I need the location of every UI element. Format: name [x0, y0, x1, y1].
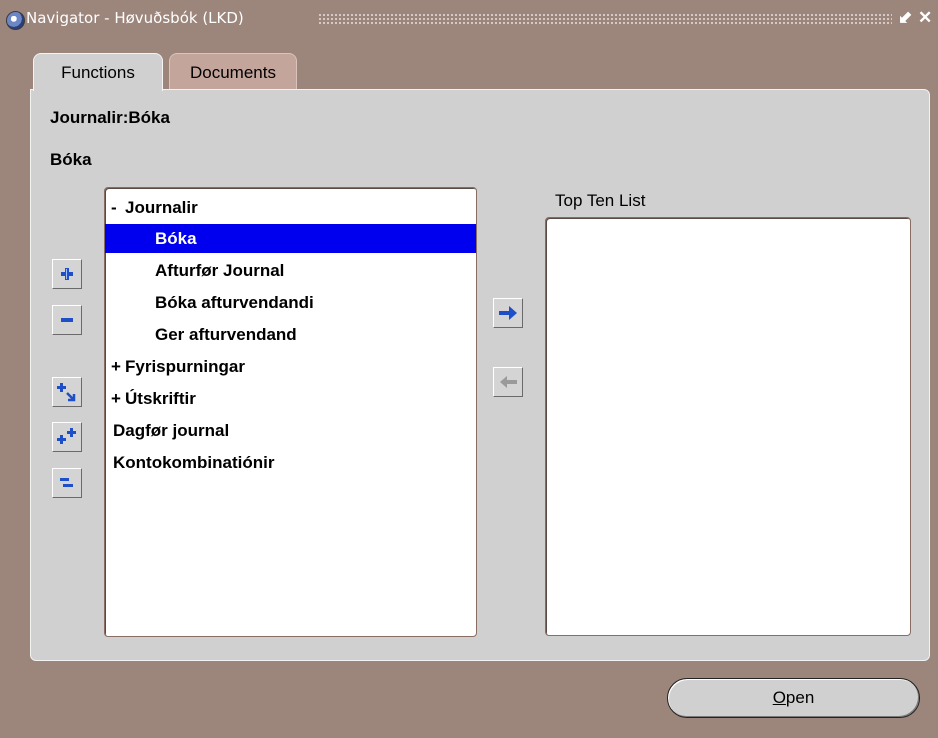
top-ten-list[interactable] — [545, 217, 911, 636]
remove-from-top-ten-button[interactable] — [493, 367, 523, 397]
tree-item-label: Kontokombinatiónir — [113, 453, 275, 472]
tree-item-ger-afturvendand[interactable]: Ger afturvendand — [105, 320, 476, 349]
minimize-icon[interactable]: ⬋ — [898, 8, 912, 28]
tab-documents[interactable]: Documents — [169, 53, 297, 91]
top-ten-label: Top Ten List — [555, 191, 646, 210]
function-tree[interactable]: - Journalir Bóka Afturfør Journal Bóka a… — [104, 187, 477, 637]
tree-item-boka[interactable]: Bóka — [105, 224, 476, 253]
tree-item-dagfor-journal[interactable]: Dagfør journal — [105, 416, 476, 445]
tree-item-fyrispurningar[interactable]: + Fyrispurningar — [105, 352, 476, 381]
open-mnemonic: O — [772, 688, 786, 707]
current-function-label: Bóka — [50, 150, 92, 169]
title-bar-grip — [318, 13, 892, 25]
tree-item-label: Afturfør Journal — [155, 261, 285, 280]
tree-item-journalir[interactable]: - Journalir — [105, 193, 476, 222]
tree-item-label: Fyrispurningar — [125, 357, 245, 376]
window-title: Navigator - Høvuðsbók (LKD) — [26, 9, 244, 27]
tree-item-label: Útskriftir — [125, 389, 196, 408]
expand-branch-icon — [57, 383, 76, 402]
collapse-button[interactable] — [52, 305, 82, 335]
expand-branch-button[interactable] — [52, 377, 82, 407]
expand-button[interactable] — [52, 259, 82, 289]
tab-functions[interactable]: Functions — [33, 53, 163, 91]
plus-icon — [61, 268, 73, 280]
arrow-right-icon — [499, 306, 517, 320]
tree-item-label: Dagfør journal — [113, 421, 230, 440]
title-bar[interactable]: Navigator - Høvuðsbók (LKD) ⬋ ✕ — [0, 0, 938, 36]
open-label: pen — [785, 688, 815, 707]
tree-item-label: Journalir — [125, 198, 198, 217]
tree-item-label: Bóka — [155, 229, 197, 248]
open-button[interactable]: Open — [667, 678, 920, 718]
add-to-top-ten-button[interactable] — [493, 298, 523, 328]
minus-icon — [61, 318, 73, 322]
tree-item-utskriftir[interactable]: + Útskriftir — [105, 384, 476, 413]
breadcrumb: Journalir:Bóka — [50, 108, 170, 127]
tree-item-kontokombinationir[interactable]: Kontokombinatiónir — [105, 448, 476, 477]
collapse-all-icon — [60, 478, 73, 487]
collapse-all-button[interactable] — [52, 468, 82, 498]
tree-item-boka-afturvendandi[interactable]: Bóka afturvendandi — [105, 288, 476, 317]
arrow-left-icon — [500, 376, 517, 388]
tree-item-label: Bóka afturvendandi — [155, 293, 314, 312]
tree-item-afturfor-journal[interactable]: Afturfør Journal — [105, 256, 476, 285]
expand-all-button[interactable] — [52, 422, 82, 452]
oracle-app-icon — [6, 11, 25, 30]
close-icon[interactable]: ✕ — [918, 8, 932, 28]
tree-item-label: Ger afturvendand — [155, 325, 297, 344]
expand-all-icon — [57, 428, 76, 444]
